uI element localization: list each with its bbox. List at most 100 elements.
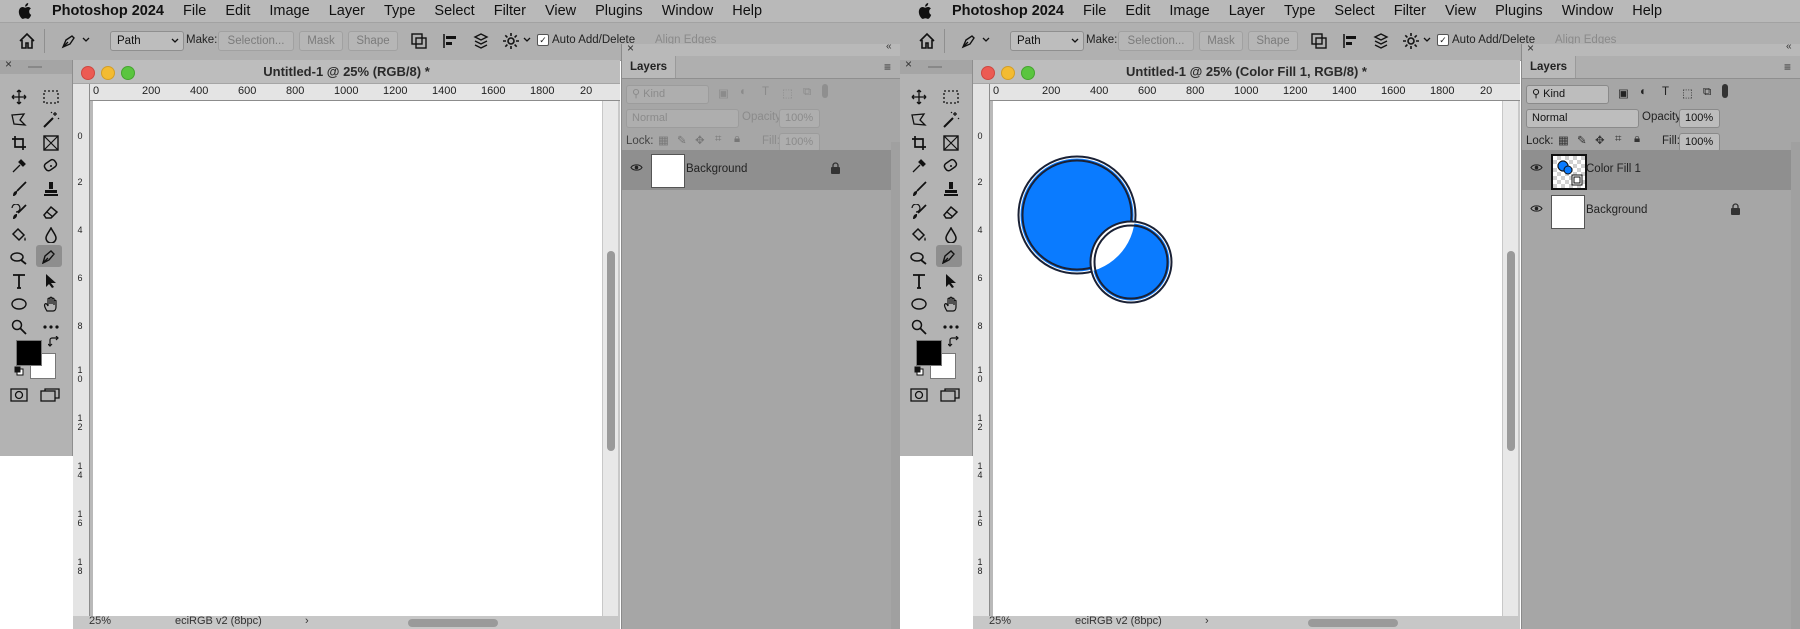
collapse-panel-icon[interactable]: «: [1786, 41, 1792, 52]
paint-bucket-icon[interactable]: [906, 224, 932, 246]
lock-transparent-icon[interactable]: ▦: [658, 133, 669, 147]
path-arrangement-icon[interactable]: [1372, 32, 1390, 50]
canvas[interactable]: [993, 101, 1502, 616]
path-alignment-icon[interactable]: [442, 32, 460, 50]
opacity-input[interactable]: 100%: [1679, 109, 1720, 128]
pen-tool-icon[interactable]: [36, 245, 62, 267]
screen-mode-icon[interactable]: [40, 388, 60, 402]
gear-icon[interactable]: [502, 32, 520, 50]
close-panel-icon[interactable]: ×: [627, 41, 634, 55]
type-tool-icon[interactable]: [6, 270, 32, 292]
magic-wand-icon[interactable]: [938, 109, 964, 131]
pen-tool-icon[interactable]: [936, 245, 962, 267]
layer-row-background[interactable]: Background: [1522, 191, 1791, 231]
apple-logo-icon[interactable]: [918, 2, 934, 20]
hand-tool-icon[interactable]: [38, 293, 64, 315]
menu-select[interactable]: Select: [434, 3, 474, 19]
lasso-tool-icon[interactable]: [906, 109, 932, 131]
menu-image[interactable]: Image: [1169, 3, 1209, 19]
menu-filter[interactable]: Filter: [1394, 3, 1426, 19]
zoom-level[interactable]: 25%: [89, 615, 111, 627]
canvas-area[interactable]: [990, 101, 1502, 616]
clone-stamp-icon[interactable]: [38, 178, 64, 200]
quick-mask-icon[interactable]: [910, 388, 928, 402]
minimize-window-button[interactable]: [101, 66, 115, 80]
collapse-panel-icon[interactable]: «: [886, 41, 892, 52]
menu-plugins[interactable]: Plugins: [595, 3, 643, 19]
filter-shape-icon[interactable]: ⬚: [782, 86, 793, 100]
layers-scrollbar[interactable]: [891, 142, 900, 629]
history-brush-icon[interactable]: [6, 201, 32, 223]
lasso-tool-icon[interactable]: [6, 109, 32, 131]
zoom-window-button[interactable]: [1021, 66, 1035, 80]
menu-view[interactable]: View: [1445, 3, 1476, 19]
layer-row-background[interactable]: Background: [622, 150, 891, 190]
make-mask-button[interactable]: Mask: [1199, 31, 1243, 51]
tab-layers[interactable]: Layers: [622, 56, 677, 78]
healing-brush-icon[interactable]: [38, 155, 64, 177]
blend-mode-select[interactable]: Normal: [626, 109, 739, 128]
filter-toggle[interactable]: [822, 84, 828, 98]
menu-file[interactable]: File: [1083, 3, 1106, 19]
menu-select[interactable]: Select: [1334, 3, 1374, 19]
path-arrangement-icon[interactable]: [472, 32, 490, 50]
chevron-down-icon[interactable]: [982, 37, 990, 43]
mode-select[interactable]: Path: [110, 31, 184, 51]
foreground-color-swatch[interactable]: [16, 340, 42, 366]
more-tools-icon[interactable]: [938, 316, 964, 338]
chevron-down-icon[interactable]: [82, 37, 90, 43]
filter-smart-object-icon[interactable]: ⧉: [803, 86, 811, 99]
vertical-scroll-thumb[interactable]: [607, 251, 615, 451]
eraser-icon[interactable]: [38, 201, 64, 223]
lock-icon[interactable]: [830, 162, 841, 178]
opacity-input[interactable]: 100%: [779, 109, 820, 128]
canvas-area[interactable]: [90, 101, 602, 616]
status-expand-icon[interactable]: ›: [305, 615, 309, 627]
visibility-eye-icon[interactable]: [1530, 163, 1543, 175]
auto-add-delete-checkbox[interactable]: ✓: [1437, 34, 1449, 46]
blur-tool-icon[interactable]: [938, 224, 964, 246]
home-icon[interactable]: [918, 32, 936, 50]
menu-window[interactable]: Window: [662, 3, 714, 19]
crop-tool-icon[interactable]: [6, 132, 32, 154]
filter-toggle[interactable]: [1722, 84, 1728, 98]
pen-tool-preset-icon[interactable]: [60, 32, 78, 50]
menu-filter[interactable]: Filter: [494, 3, 526, 19]
type-tool-icon[interactable]: [906, 270, 932, 292]
canvas[interactable]: [93, 101, 602, 616]
app-name-menu[interactable]: Photoshop 2024: [52, 3, 164, 19]
app-name-menu[interactable]: Photoshop 2024: [952, 3, 1064, 19]
healing-brush-icon[interactable]: [938, 155, 964, 177]
menu-edit[interactable]: Edit: [225, 3, 250, 19]
history-brush-icon[interactable]: [906, 201, 932, 223]
tab-layers[interactable]: Layers: [1522, 56, 1577, 78]
eyedropper-icon[interactable]: [6, 155, 32, 177]
move-tool-icon[interactable]: [6, 86, 32, 108]
brush-tool-icon[interactable]: [6, 178, 32, 200]
zoom-window-button[interactable]: [121, 66, 135, 80]
menu-view[interactable]: View: [545, 3, 576, 19]
swap-colors-icon[interactable]: [48, 336, 60, 348]
lock-position-icon[interactable]: ✥: [695, 133, 705, 147]
foreground-color-swatch[interactable]: [916, 340, 942, 366]
chevron-down-icon[interactable]: [1423, 37, 1431, 43]
frame-tool-icon[interactable]: [38, 132, 64, 154]
rectangular-marquee-icon[interactable]: [938, 86, 964, 108]
mode-select[interactable]: Path: [1010, 31, 1084, 51]
hand-tool-icon[interactable]: [938, 293, 964, 315]
lock-transparent-icon[interactable]: ▦: [1558, 133, 1569, 147]
default-colors-icon[interactable]: [14, 366, 24, 376]
filter-type-icon[interactable]: T: [762, 86, 769, 98]
minimize-window-button[interactable]: [1001, 66, 1015, 80]
lock-all-icon[interactable]: 🔒︎: [1634, 133, 1640, 146]
blend-mode-select[interactable]: Normal: [1526, 109, 1639, 128]
lock-artboard-icon[interactable]: ⌗: [1615, 133, 1621, 146]
make-shape-button[interactable]: Shape: [1248, 31, 1298, 51]
menu-window[interactable]: Window: [1562, 3, 1614, 19]
panel-menu-icon[interactable]: ≡: [1784, 60, 1791, 74]
filter-smart-object-icon[interactable]: ⧉: [1703, 86, 1711, 99]
menu-edit[interactable]: Edit: [1125, 3, 1150, 19]
default-colors-icon[interactable]: [914, 366, 924, 376]
menu-file[interactable]: File: [183, 3, 206, 19]
more-tools-icon[interactable]: [38, 316, 64, 338]
